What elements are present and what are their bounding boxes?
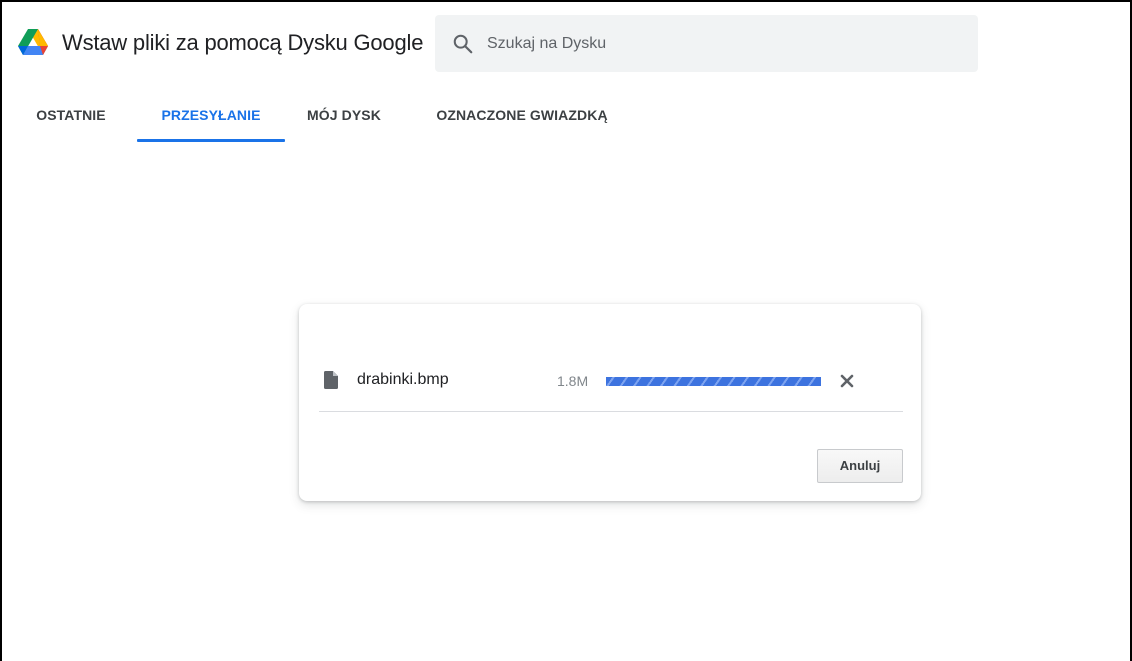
file-icon <box>324 371 338 389</box>
upload-file-row: drabinki.bmp 1.8M <box>319 356 903 412</box>
cancel-button[interactable]: Anuluj <box>817 449 903 483</box>
google-drive-logo-icon <box>18 29 48 55</box>
active-tab-indicator <box>137 139 285 142</box>
drive-picker-window: Wstaw pliki za pomocą Dysku Google OSTAT… <box>0 0 1132 661</box>
upload-progress-dialog: drabinki.bmp 1.8M Anuluj <box>299 304 921 501</box>
picker-header: Wstaw pliki za pomocą Dysku Google <box>2 2 1130 86</box>
tab-upload[interactable]: PRZESYŁANIE <box>137 94 285 142</box>
upload-file-name: drabinki.bmp <box>357 371 449 388</box>
search-bar[interactable] <box>435 15 978 72</box>
picker-tabs: OSTATNIE PRZESYŁANIE MÓJ DYSK OZNACZONE … <box>2 94 1130 144</box>
search-icon[interactable] <box>452 33 474 55</box>
tab-starred[interactable]: OZNACZONE GWIAZDKĄ <box>418 94 626 142</box>
tab-recent[interactable]: OSTATNIE <box>24 94 118 142</box>
upload-file-size: 1.8M <box>557 373 589 389</box>
upload-progress-bar <box>606 377 821 386</box>
upload-progress-fill <box>606 377 821 386</box>
close-icon[interactable] <box>839 373 855 389</box>
picker-title: Wstaw pliki za pomocą Dysku Google <box>62 30 424 55</box>
search-input[interactable] <box>487 29 957 59</box>
tab-my-drive[interactable]: MÓJ DYSK <box>294 94 394 142</box>
